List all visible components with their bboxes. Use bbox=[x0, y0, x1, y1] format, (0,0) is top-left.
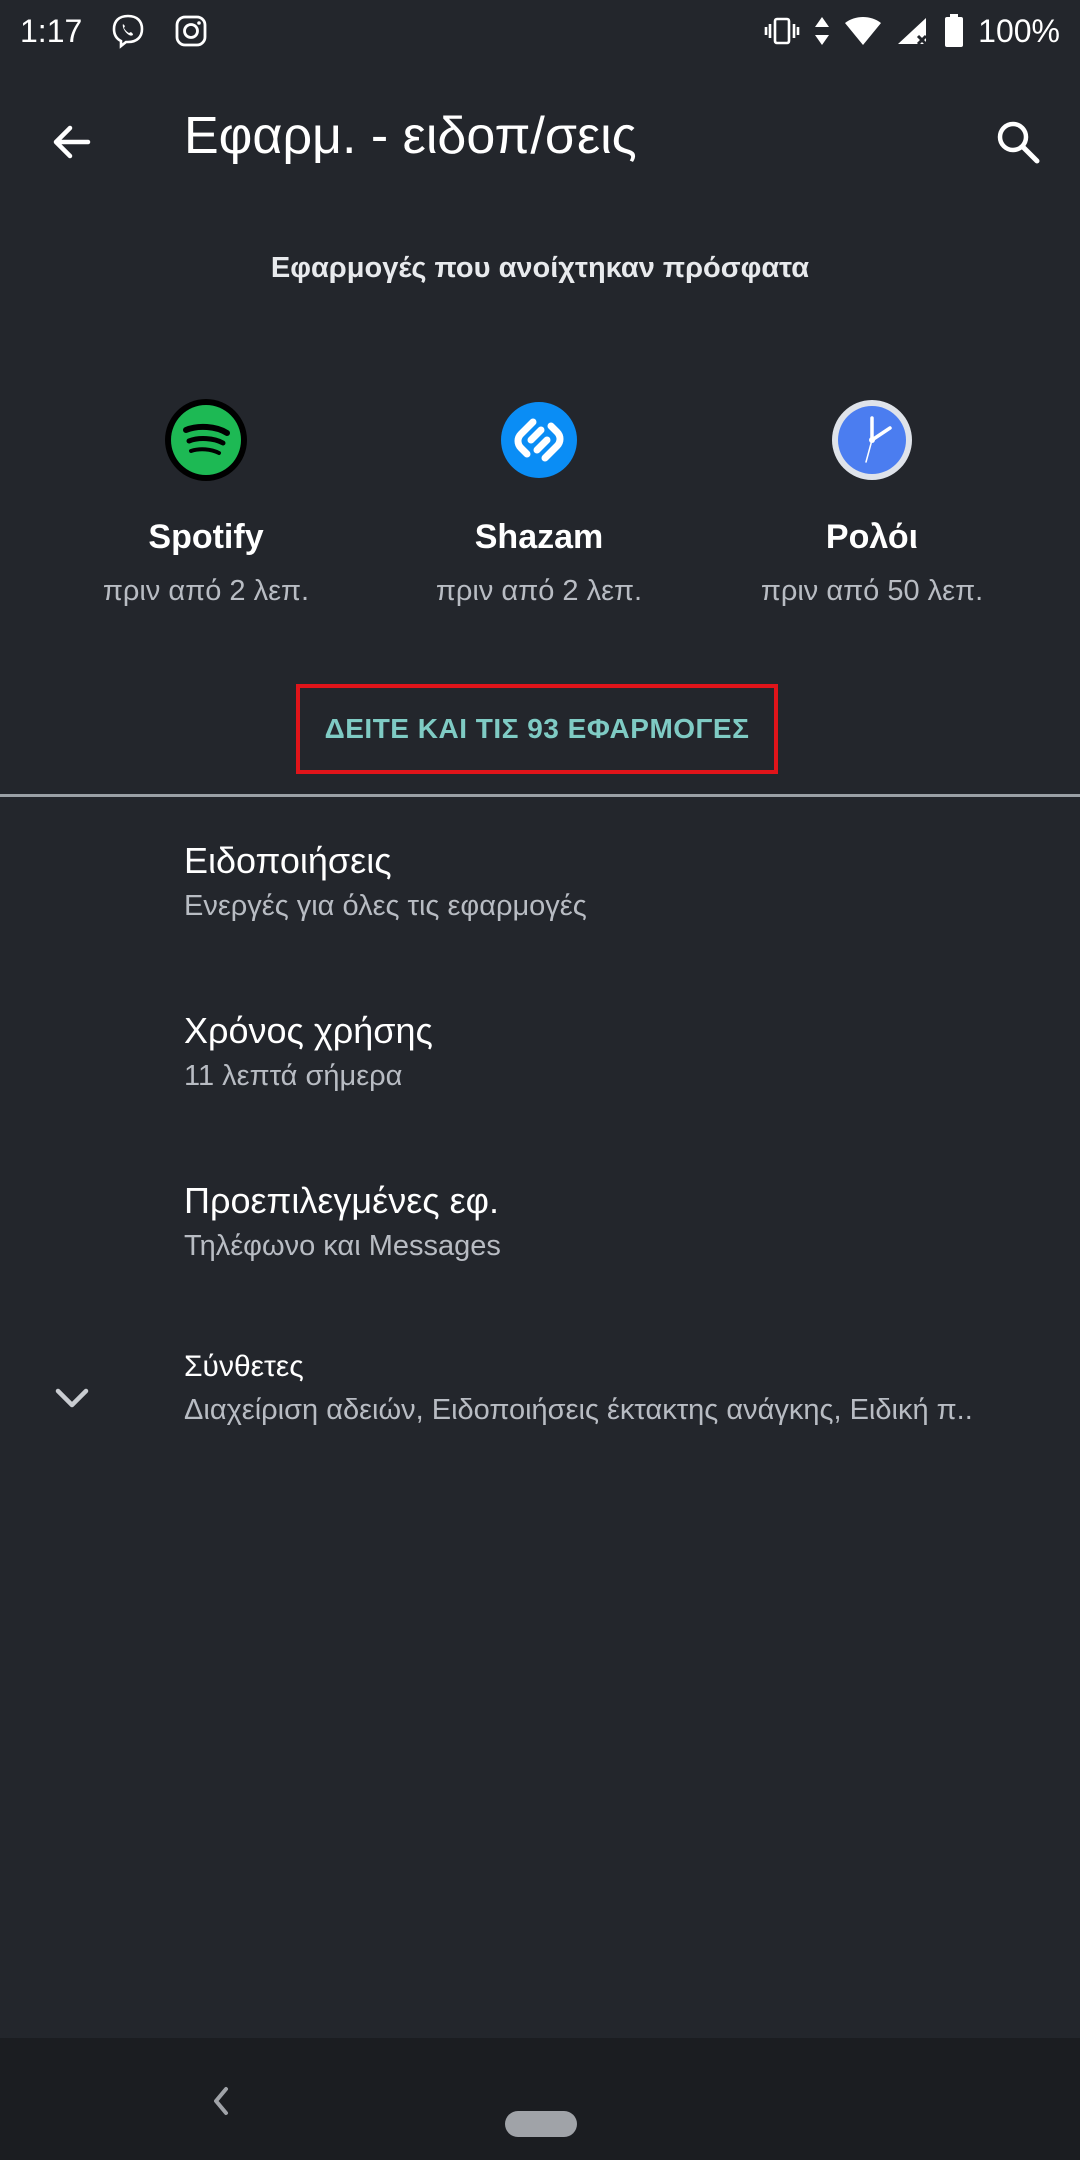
list-item-subtitle: Τηλέφωνο και Messages bbox=[184, 1230, 501, 1262]
app-name: Spotify bbox=[148, 518, 264, 556]
recent-app-shazam[interactable]: Shazam πριν από 2 λεπ. bbox=[369, 398, 709, 608]
wifi-icon bbox=[844, 16, 882, 46]
arrow-back-icon bbox=[53, 125, 91, 159]
list-item-subtitle: Διαχείριση αδειών, Ειδοποιήσεις έκτακτης… bbox=[184, 1394, 973, 1426]
status-time: 1:17 bbox=[20, 12, 83, 49]
app-bar: Εφαρμ. - ειδοπ/σεις bbox=[0, 62, 1080, 202]
list-item-title: Ειδοποιήσεις bbox=[184, 840, 392, 881]
vibrate-icon bbox=[764, 16, 800, 46]
screen-time-setting[interactable]: Χρόνος χρήσης 11 λεπτά σήμερα bbox=[0, 1000, 1080, 1132]
status-bar: 1:17 100% bbox=[0, 0, 1080, 62]
battery-icon bbox=[944, 14, 964, 48]
divider bbox=[0, 794, 1080, 797]
search-button[interactable] bbox=[978, 102, 1058, 182]
see-all-apps-button[interactable]: ΔΕΙΤΕ ΚΑΙ ΤΙΣ 93 ΕΦΑΡΜΟΓΕΣ bbox=[296, 684, 778, 774]
chevron-left-icon bbox=[214, 2087, 228, 2115]
list-item-subtitle: 11 λεπτά σήμερα bbox=[184, 1060, 403, 1092]
list-item-title: Προεπιλεγμένες εφ. bbox=[184, 1180, 500, 1221]
app-last-opened: πριν από 2 λεπ. bbox=[102, 575, 310, 607]
notifications-setting[interactable]: Ειδοποιήσεις Ενεργές για όλες τις εφαρμο… bbox=[0, 830, 1080, 962]
list-item-title: Σύνθετες bbox=[184, 1350, 304, 1383]
app-notifications-settings-screen: 1:17 100% Εφαρμ. - ειδοπ/σεις Εφαρμογές … bbox=[0, 0, 1080, 2160]
app-last-opened: πριν από 50 λεπ. bbox=[760, 575, 984, 607]
advanced-setting[interactable]: Σύνθετες Διαχείριση αδειών, Ειδοποιήσεις… bbox=[0, 1340, 1080, 1472]
signal-icon bbox=[896, 16, 930, 46]
search-icon bbox=[997, 121, 1040, 164]
spotify-icon bbox=[164, 398, 248, 482]
clock-icon bbox=[830, 398, 914, 482]
app-name: Shazam bbox=[474, 518, 604, 556]
recent-app-clock[interactable]: Ρολόι πριν από 50 λεπ. bbox=[702, 398, 1042, 608]
nav-back-button[interactable] bbox=[196, 2076, 246, 2126]
list-item-title: Χρόνος χρήσης bbox=[184, 1010, 433, 1051]
app-name: Ρολόι bbox=[825, 518, 919, 556]
list-item-subtitle: Ενεργές για όλες τις εφαρμογές bbox=[184, 890, 587, 922]
battery-percentage: 100% bbox=[978, 12, 1060, 49]
back-button[interactable] bbox=[32, 102, 112, 182]
app-last-opened: πριν από 2 λεπ. bbox=[435, 575, 643, 607]
shazam-icon bbox=[497, 398, 581, 482]
chevron-down-icon bbox=[44, 1370, 100, 1426]
navigation-bar bbox=[0, 2038, 1080, 2160]
data-arrows-icon bbox=[814, 16, 830, 46]
recent-app-spotify[interactable]: Spotify πριν από 2 λεπ. bbox=[36, 398, 376, 608]
page-title: Εφαρμ. - ειδοπ/σεις bbox=[184, 107, 637, 165]
recent-apps-header: Εφαρμογές που ανοίχτηκαν πρόσφατα bbox=[270, 252, 810, 284]
nav-home-pill[interactable] bbox=[505, 2111, 577, 2137]
instagram-icon bbox=[174, 14, 208, 48]
default-apps-setting[interactable]: Προεπιλεγμένες εφ. Τηλέφωνο και Messages bbox=[0, 1170, 1080, 1302]
viber-icon bbox=[110, 13, 146, 49]
